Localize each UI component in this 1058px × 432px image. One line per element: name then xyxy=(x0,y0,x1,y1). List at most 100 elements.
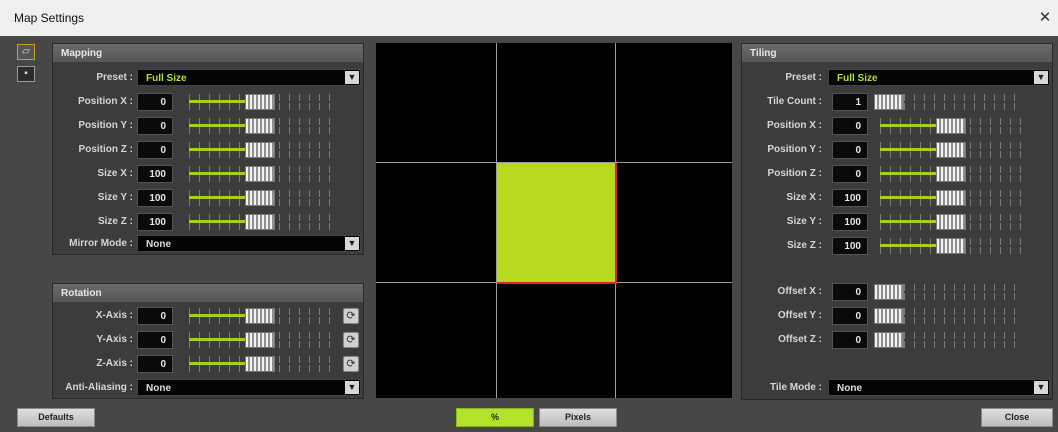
tile-count-input[interactable]: 1 xyxy=(832,93,868,111)
slider-handle[interactable] xyxy=(245,118,275,134)
chevron-down-icon: ▼ xyxy=(345,71,359,84)
mirror-mode-dropdown[interactable]: None ▼ xyxy=(137,235,361,252)
anti-aliasing-label: Anti-Aliasing : xyxy=(65,382,133,393)
mapping-field-input[interactable]: 100 xyxy=(137,213,173,231)
slider-handle[interactable] xyxy=(936,238,966,254)
value-slider[interactable] xyxy=(189,92,331,112)
value-slider[interactable] xyxy=(874,330,1022,350)
reset-rotation-icon[interactable]: ⟳ xyxy=(343,356,359,372)
tiling-field-input[interactable]: 100 xyxy=(832,237,868,255)
value-slider[interactable] xyxy=(880,116,1022,136)
mapping-field-input[interactable]: 0 xyxy=(137,93,173,111)
value-slider[interactable] xyxy=(880,188,1022,208)
slider-handle[interactable] xyxy=(936,166,966,182)
slider-handle[interactable] xyxy=(245,332,275,348)
offset-input[interactable]: 0 xyxy=(832,331,868,349)
slider-handle[interactable] xyxy=(245,190,275,206)
value-slider[interactable] xyxy=(189,212,331,232)
slider-handle[interactable] xyxy=(936,214,966,230)
mapping-field-label: Size Z : xyxy=(97,216,133,227)
offset-input[interactable]: 0 xyxy=(832,307,868,325)
rotation-field-input[interactable]: 0 xyxy=(137,355,173,373)
slider-fill xyxy=(880,196,938,199)
chevron-down-icon: ▼ xyxy=(345,381,359,394)
slider-fill xyxy=(880,172,938,175)
offset-row: Offset Y : 0 xyxy=(742,306,1052,326)
value-slider[interactable] xyxy=(189,330,331,350)
tiling-field-input[interactable]: 0 xyxy=(832,117,868,135)
mapping-panel-title: Mapping xyxy=(53,44,363,62)
value-slider[interactable] xyxy=(189,140,331,160)
slider-fill xyxy=(189,362,247,365)
slider-handle[interactable] xyxy=(936,190,966,206)
save-disk-icon[interactable]: ▪ xyxy=(17,66,35,82)
slider-handle[interactable] xyxy=(874,94,904,110)
tiling-field-row: Position Z : 0 xyxy=(742,164,1052,184)
close-button[interactable]: Close xyxy=(981,408,1053,427)
slider-handle[interactable] xyxy=(245,356,275,372)
value-slider[interactable] xyxy=(874,306,1022,326)
close-icon[interactable]: ✕ xyxy=(1038,8,1052,26)
tiling-field-input[interactable]: 100 xyxy=(832,213,868,231)
anti-aliasing-value: None xyxy=(146,383,171,394)
slider-handle[interactable] xyxy=(245,214,275,230)
mapping-field-input[interactable]: 0 xyxy=(137,141,173,159)
tiling-preset-label: Preset : xyxy=(785,72,822,83)
mapping-preset-dropdown[interactable]: Full Size ▼ xyxy=(137,69,361,86)
value-slider[interactable] xyxy=(189,354,331,374)
percent-toggle-button[interactable]: % xyxy=(456,408,534,427)
mapping-field-input[interactable]: 100 xyxy=(137,165,173,183)
slider-handle[interactable] xyxy=(874,308,904,324)
slider-fill xyxy=(189,172,247,175)
value-slider[interactable] xyxy=(189,188,331,208)
pixels-toggle-button[interactable]: Pixels xyxy=(539,408,617,427)
offset-label: Offset X : xyxy=(777,286,822,297)
tile-mode-value: None xyxy=(837,383,862,394)
tile-count-slider[interactable] xyxy=(874,92,1022,112)
reset-rotation-icon[interactable]: ⟳ xyxy=(343,308,359,324)
value-slider[interactable] xyxy=(189,306,331,326)
slider-handle[interactable] xyxy=(936,142,966,158)
rotation-field-label: Z-Axis : xyxy=(96,358,133,369)
value-slider[interactable] xyxy=(880,164,1022,184)
preview-tile xyxy=(497,163,617,284)
slider-handle[interactable] xyxy=(874,332,904,348)
value-slider[interactable] xyxy=(874,282,1022,302)
tiling-field-input[interactable]: 0 xyxy=(832,165,868,183)
slider-fill xyxy=(189,338,247,341)
rotation-field-input[interactable]: 0 xyxy=(137,331,173,349)
offset-input[interactable]: 0 xyxy=(832,283,868,301)
open-folder-icon[interactable]: ▱ xyxy=(17,44,35,60)
slider-handle[interactable] xyxy=(936,118,966,134)
value-slider[interactable] xyxy=(880,140,1022,160)
value-slider[interactable] xyxy=(880,236,1022,256)
tiling-preset-dropdown[interactable]: Full Size ▼ xyxy=(828,69,1050,86)
anti-aliasing-dropdown[interactable]: None ▼ xyxy=(137,379,361,396)
slider-handle[interactable] xyxy=(245,166,275,182)
rotation-field-row: Z-Axis : 0 ⟳ xyxy=(53,354,363,374)
tiling-field-input[interactable]: 100 xyxy=(832,189,868,207)
value-slider[interactable] xyxy=(189,116,331,136)
mapping-field-input[interactable]: 100 xyxy=(137,189,173,207)
value-slider[interactable] xyxy=(189,164,331,184)
tiling-field-row: Position Y : 0 xyxy=(742,140,1052,160)
chevron-down-icon: ▼ xyxy=(1034,71,1048,84)
slider-handle[interactable] xyxy=(245,94,275,110)
tiling-field-input[interactable]: 0 xyxy=(832,141,868,159)
tile-mode-dropdown[interactable]: None ▼ xyxy=(828,379,1050,396)
chevron-down-icon: ▼ xyxy=(345,237,359,250)
mapping-field-label: Position Z : xyxy=(78,144,133,155)
slider-handle[interactable] xyxy=(874,284,904,300)
offset-label: Offset Y : xyxy=(777,310,822,321)
rotation-field-input[interactable]: 0 xyxy=(137,307,173,325)
mapping-field-input[interactable]: 0 xyxy=(137,117,173,135)
value-slider[interactable] xyxy=(880,212,1022,232)
tile-mode-row: Tile Mode : None ▼ xyxy=(742,378,1052,398)
slider-fill xyxy=(189,148,247,151)
title-bar: Map Settings ✕ xyxy=(0,0,1058,36)
mapping-preset-label: Preset : xyxy=(96,72,133,83)
defaults-button[interactable]: Defaults xyxy=(17,408,95,427)
slider-handle[interactable] xyxy=(245,308,275,324)
slider-handle[interactable] xyxy=(245,142,275,158)
reset-rotation-icon[interactable]: ⟳ xyxy=(343,332,359,348)
